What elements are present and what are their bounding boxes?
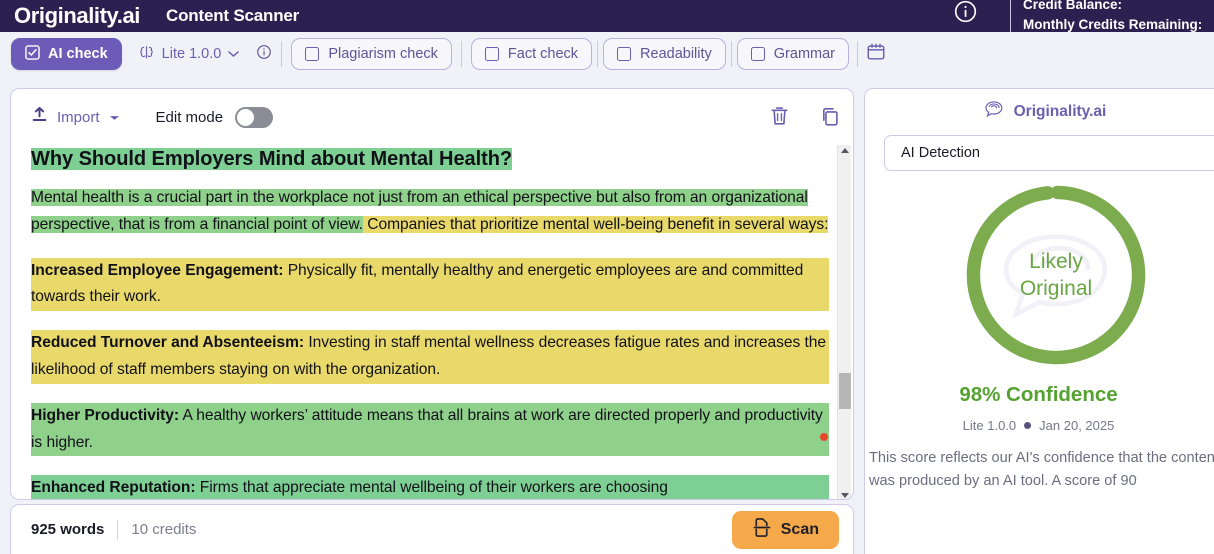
brand-logo[interactable]: Originality.ai (14, 5, 140, 27)
info-circle-icon[interactable] (953, 0, 978, 24)
ai-check-toggle[interactable]: AI check (11, 38, 122, 70)
result-date: Jan 20, 2025 (1039, 418, 1115, 433)
document-paragraph: Mental health is a crucial part in the w… (31, 189, 829, 233)
toggle-knob (237, 108, 255, 126)
toolbar-divider (597, 41, 599, 67)
document-scrollbar[interactable] (837, 145, 851, 499)
chevron-down-icon (228, 46, 240, 62)
model-label: Lite 1.0.0 (161, 46, 222, 62)
brain-icon (138, 44, 155, 65)
checkbox-empty-icon (750, 47, 765, 61)
top-navigation-bar: Originality.ai Content Scanner Credit Ba… (0, 0, 1214, 42)
page-title: Content Scanner (166, 6, 300, 25)
document-editor-card: Import Edit mode Why Should Employers Mi… (10, 88, 854, 500)
edit-mode-label: Edit mode (155, 108, 224, 126)
comment-marker[interactable] (820, 433, 828, 441)
document-paragraph: Reduced Turnover and Absenteeism: Invest… (31, 330, 829, 384)
readability-check-label: Readability (640, 46, 712, 62)
scroll-down-arrow-icon[interactable] (841, 493, 849, 498)
scroll-up-arrow-icon[interactable] (841, 148, 849, 153)
editor-footer-bar: 925 words 10 credits Scan (10, 504, 854, 554)
chevron-down-icon (109, 109, 120, 126)
score-description: This score reflects our AI's confidence … (869, 450, 1214, 489)
document-paragraph: Higher Productivity: A healthy workers’ … (31, 402, 829, 457)
grammar-check-label: Grammar (773, 46, 836, 62)
plagiarism-check-label: Plagiarism check (328, 46, 438, 62)
credit-cost: 10 credits (131, 521, 197, 538)
scan-icon (752, 517, 772, 543)
check-options-toolbar: AI check Lite 1.0.0 Plagiarism check Fac… (0, 32, 1214, 76)
fact-check-toggle[interactable]: Fact check (470, 38, 593, 70)
gauge-label-line1: Likely (1029, 250, 1083, 273)
document-paragraph: Increased Employee Engagement: Physicall… (31, 257, 829, 312)
results-panel: Originality.ai AI Detection Likely Origi… (864, 88, 1214, 554)
fact-check-label: Fact check (507, 46, 579, 62)
checkbox-empty-icon (305, 47, 320, 61)
upload-icon (31, 106, 48, 128)
gauge-label: Likely Original (960, 179, 1152, 371)
calendar-icon[interactable] (866, 42, 886, 67)
footer-divider (117, 519, 119, 540)
toolbar-divider (730, 41, 732, 67)
model-info-icon[interactable] (256, 44, 272, 64)
toolbar-divider (460, 41, 462, 67)
content-scanner-app: Originality.ai Content Scanner Credit Ba… (0, 0, 1214, 554)
originality-swirl-icon (983, 100, 1005, 125)
document-paragraph: Enhanced Reputation: Firms that apprecia… (31, 475, 829, 499)
document-content[interactable]: Why Should Employers Mind about Mental H… (11, 145, 853, 499)
panel-title: Originality.ai (1013, 103, 1107, 120)
detection-type-select[interactable]: AI Detection (884, 135, 1214, 171)
gauge-label-line2: Original (1019, 277, 1093, 300)
copy-icon[interactable] (820, 105, 841, 133)
ai-check-label: AI check (48, 46, 108, 62)
result-model: Lite 1.0.0 (962, 418, 1017, 433)
detection-type-value: AI Detection (901, 145, 980, 161)
document-heading: Why Should Employers Mind about Mental H… (31, 148, 513, 170)
scan-label: Scan (780, 520, 819, 538)
import-label: Import (57, 108, 100, 126)
credit-balance-label: Credit Balance: (1023, 0, 1123, 12)
editor-toolbar: Import Edit mode (11, 89, 853, 145)
word-count: 925 words (31, 521, 105, 538)
edit-mode-toggle[interactable] (235, 106, 274, 128)
separator-dot-icon (1024, 422, 1032, 429)
checkbox-empty-icon (617, 47, 632, 61)
result-metadata: Lite 1.0.0 Jan 20, 2025 (865, 418, 1214, 433)
scrollbar-thumb[interactable] (839, 373, 851, 409)
toolbar-divider (281, 41, 283, 67)
grammar-check-toggle[interactable]: Grammar (736, 38, 850, 70)
checkbox-checked-icon (25, 44, 40, 64)
trash-icon[interactable] (769, 105, 790, 133)
model-selector[interactable]: Lite 1.0.0 (138, 44, 273, 65)
plagiarism-check-toggle[interactable]: Plagiarism check (291, 38, 452, 70)
import-button[interactable]: Import (31, 106, 120, 128)
confidence-gauge: Likely Original (865, 171, 1214, 381)
panel-header: Originality.ai (865, 89, 1214, 135)
confidence-score: 98% Confidence (959, 383, 1118, 406)
toolbar-divider (857, 41, 859, 67)
readability-check-toggle[interactable]: Readability (603, 38, 726, 70)
checkbox-empty-icon (484, 47, 499, 61)
scan-button[interactable]: Scan (731, 510, 839, 549)
